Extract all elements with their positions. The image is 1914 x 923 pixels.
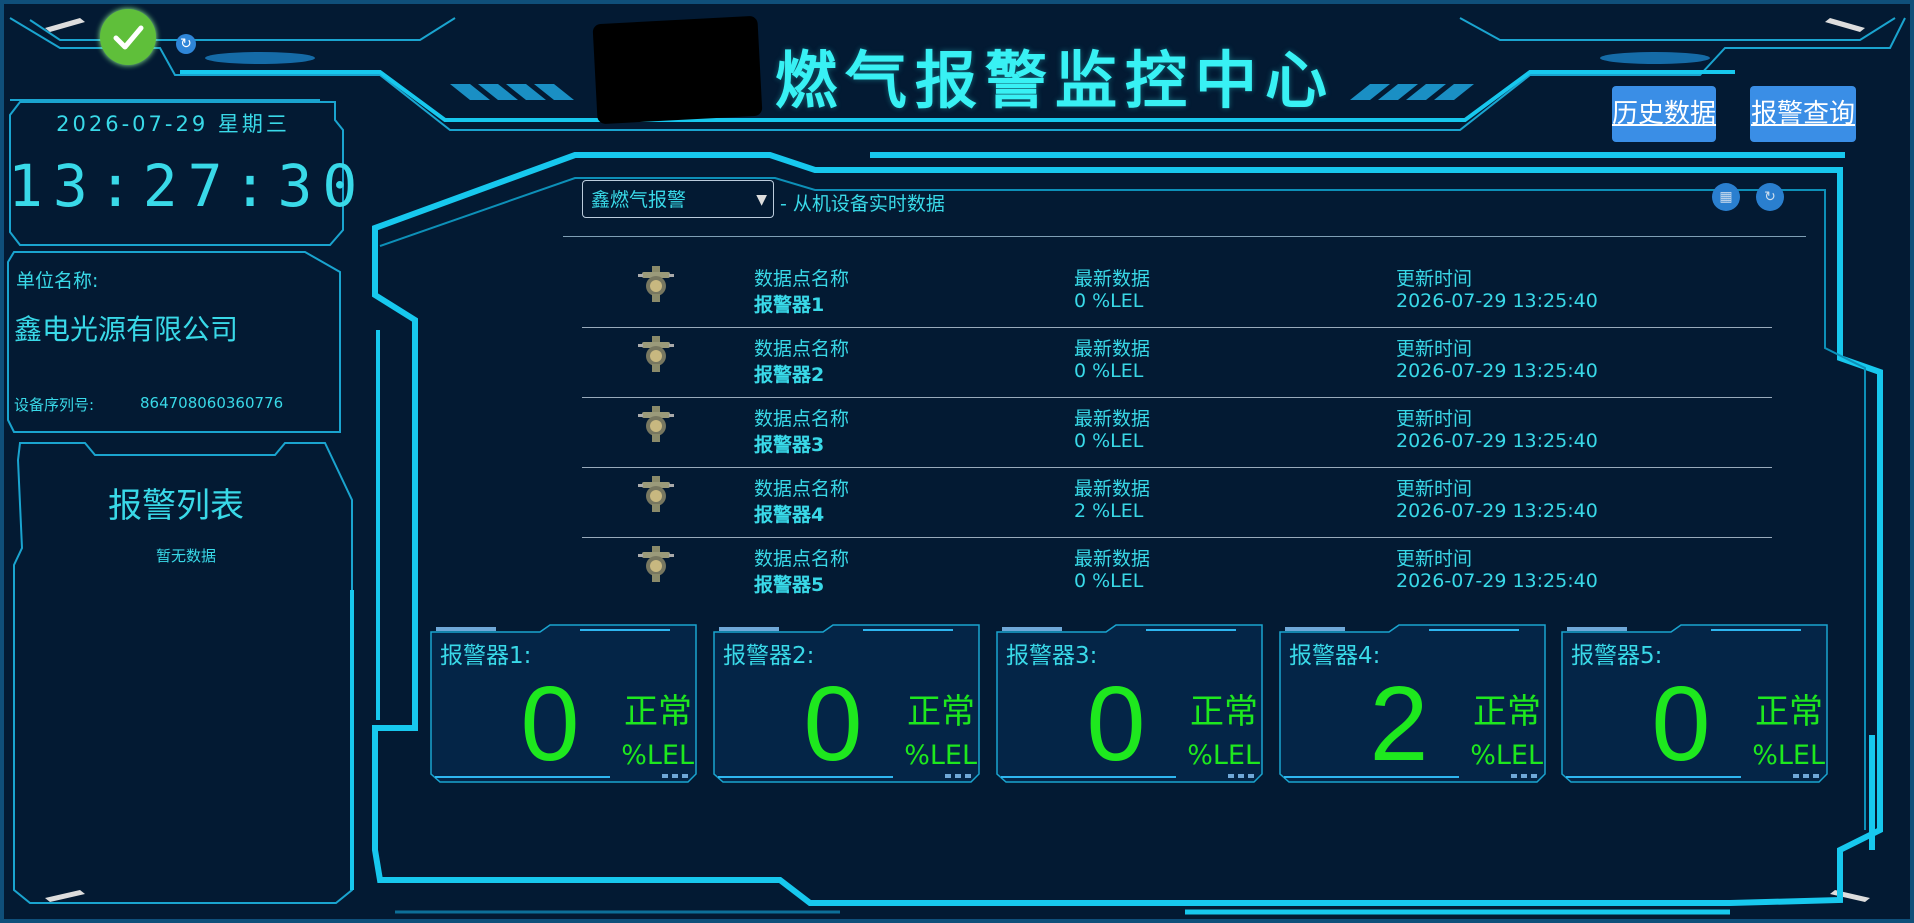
gas-sensor-icon [638,476,674,514]
row-value: 0 %LEL [1074,430,1144,452]
col-name-label: 数据点名称 [754,478,850,500]
row-name: 报警器2 [754,364,825,386]
sensor-card: 报警器2: 0 正常 %LEL [713,624,981,784]
page-title: 燃气报警监控中心 [775,44,1336,117]
serial-number-value: 864708060360776 [140,394,284,412]
card-value: 0 [520,665,580,783]
alarm-query-button[interactable]: 报警查询 [1750,86,1856,142]
table-row: 数据点名称报警器4 最新数据 2 %LEL 更新时间 2026-07-29 13:25:… [582,468,1772,538]
device-select[interactable]: 鑫燃气报警 ▼ [582,180,774,218]
row-value: 0 %LEL [1074,360,1144,382]
col-name-label: 数据点名称 [754,408,850,430]
table-top-divider [563,236,1806,237]
row-name: 报警器1 [754,294,825,316]
gas-sensor-icon [638,406,674,444]
table-row: 数据点名称报警器1 最新数据 0 %LEL 更新时间 2026-07-29 13:25:… [582,258,1772,328]
row-time: 2026-07-29 13:25:40 [1396,570,1598,592]
col-latest-label: 最新数据 [1074,478,1151,500]
alarm-list-empty: 暂无数据 [155,547,216,565]
col-latest-label: 最新数据 [1074,548,1151,570]
current-date: 2026-07-29 星期三 [56,112,290,136]
card-unit: %LEL [1470,740,1543,771]
row-name: 报警器5 [754,574,825,596]
card-status: 正常 [1190,692,1258,732]
row-time: 2026-07-29 13:25:40 [1396,360,1598,382]
table-row: 数据点名称报警器5 最新数据 0 %LEL 更新时间 2026-07-29 13:25:… [582,538,1772,608]
col-time-label: 更新时间 [1396,408,1473,430]
col-time-label: 更新时间 [1396,548,1473,570]
redacted-logo [592,15,763,125]
col-latest-label: 最新数据 [1074,338,1151,360]
device-subtitle: - 从机设备实时数据 [780,193,945,215]
refresh-icon[interactable]: ↻ [176,34,196,54]
table-row: 数据点名称报警器2 最新数据 0 %LEL 更新时间 2026-07-29 13:25:… [582,328,1772,398]
col-time-label: 更新时间 [1396,338,1473,360]
row-time: 2026-07-29 13:25:40 [1396,290,1598,312]
table-row: 数据点名称报警器3 最新数据 0 %LEL 更新时间 2026-07-29 13:25:… [582,398,1772,468]
col-name-label: 数据点名称 [754,548,850,570]
card-value: 0 [1086,665,1146,783]
col-time-label: 更新时间 [1396,478,1473,500]
row-time: 2026-07-29 13:25:40 [1396,500,1598,522]
card-unit: %LEL [621,740,694,771]
card-unit: %LEL [904,740,977,771]
card-status: 正常 [624,692,692,732]
row-value: 2 %LEL [1074,500,1144,522]
unit-name-value: 鑫电光源有限公司 [14,313,239,346]
col-time-label: 更新时间 [1396,268,1473,290]
device-select-value: 鑫燃气报警 [591,189,687,211]
card-value: 2 [1369,665,1429,783]
card-unit: %LEL [1752,740,1825,771]
history-data-button[interactable]: 历史数据 [1612,86,1716,142]
chevron-down-icon: ▼ [756,192,767,208]
sensor-card: 报警器3: 0 正常 %LEL [996,624,1264,784]
col-latest-label: 最新数据 [1074,408,1151,430]
grid-icon[interactable]: ▦ [1712,183,1740,211]
alarm-list-title: 报警列表 [108,486,244,526]
row-name: 报警器4 [754,504,825,526]
row-time: 2026-07-29 13:25:40 [1396,430,1598,452]
card-status: 正常 [907,692,975,732]
gas-sensor-icon [638,546,674,584]
card-status: 正常 [1755,692,1823,732]
unit-name-label: 单位名称: [16,270,99,292]
sensor-card: 报警器1: 0 正常 %LEL [430,624,698,784]
gas-sensor-icon [638,336,674,374]
status-check-icon [100,9,156,65]
card-status: 正常 [1473,692,1541,732]
row-value: 0 %LEL [1074,290,1144,312]
col-name-label: 数据点名称 [754,338,850,360]
sensor-card: 报警器5: 0 正常 %LEL [1561,624,1829,784]
col-latest-label: 最新数据 [1074,268,1151,290]
current-time: 13:27:30 [8,152,368,220]
col-name-label: 数据点名称 [754,268,850,290]
card-unit: %LEL [1187,740,1260,771]
sensor-card: 报警器4: 2 正常 %LEL [1279,624,1547,784]
reload-icon[interactable]: ↻ [1756,183,1784,211]
row-value: 0 %LEL [1074,570,1144,592]
row-name: 报警器3 [754,434,825,456]
card-value: 0 [1651,665,1711,783]
gas-sensor-icon [638,266,674,304]
serial-number-label: 设备序列号: [14,396,95,414]
card-value: 0 [803,665,863,783]
